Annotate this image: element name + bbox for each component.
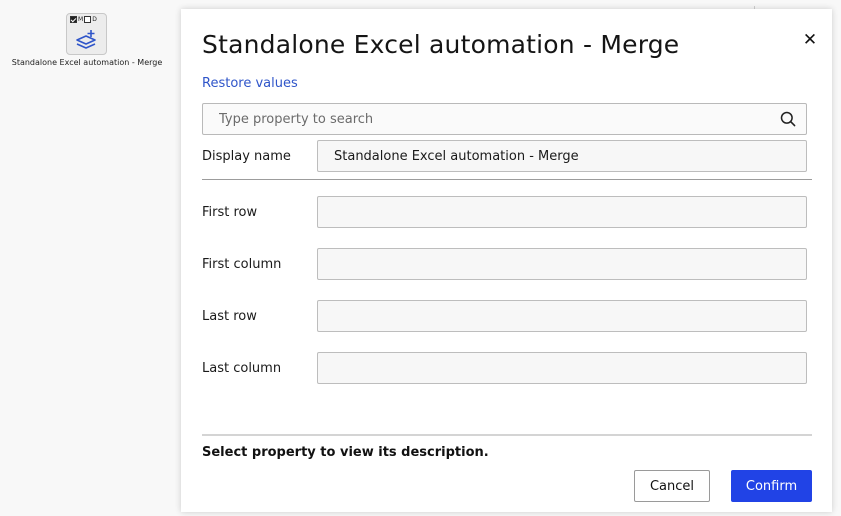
workflow-node[interactable]: M D — [66, 13, 107, 55]
search-icon[interactable] — [780, 111, 796, 131]
node-flags: M D — [70, 16, 104, 23]
last-row-field-box — [317, 300, 807, 332]
last-row-label: Last row — [202, 309, 257, 324]
node-label: Standalone Excel automation - Merge — [11, 58, 163, 67]
confirm-button[interactable]: Confirm — [731, 470, 812, 502]
display-name-field-box — [317, 140, 807, 172]
last-column-label: Last column — [202, 361, 282, 376]
cancel-button[interactable]: Cancel — [634, 470, 710, 502]
d-flag-label: D — [92, 16, 97, 23]
d-flag-checkbox[interactable] — [84, 16, 92, 23]
last-column-field[interactable] — [318, 353, 806, 383]
first-row-field[interactable] — [318, 197, 806, 227]
first-column-label: First column — [202, 257, 282, 272]
display-name-label: Display name — [202, 149, 291, 164]
m-flag-label: M — [78, 16, 84, 23]
first-column-field[interactable] — [318, 249, 806, 279]
first-column-field-box — [317, 248, 807, 280]
search-input[interactable] — [203, 104, 763, 134]
restore-values-link[interactable]: Restore values — [202, 76, 298, 91]
display-name-field[interactable] — [318, 141, 806, 171]
properties-dialog: Standalone Excel automation - Merge ✕ Re… — [181, 9, 832, 512]
last-column-field-box — [317, 352, 807, 384]
first-row-field-box — [317, 196, 807, 228]
section-divider — [202, 179, 812, 180]
first-row-label: First row — [202, 205, 258, 220]
description-divider — [202, 434, 812, 436]
close-icon: ✕ — [802, 30, 818, 50]
property-description: Select property to view its description. — [202, 445, 489, 460]
property-search — [202, 103, 807, 135]
dialog-title: Standalone Excel automation - Merge — [202, 30, 680, 59]
m-flag-checkbox[interactable] — [70, 16, 77, 23]
layers-plus-icon — [75, 27, 99, 55]
close-button[interactable]: ✕ — [801, 31, 819, 49]
last-row-field[interactable] — [318, 301, 806, 331]
